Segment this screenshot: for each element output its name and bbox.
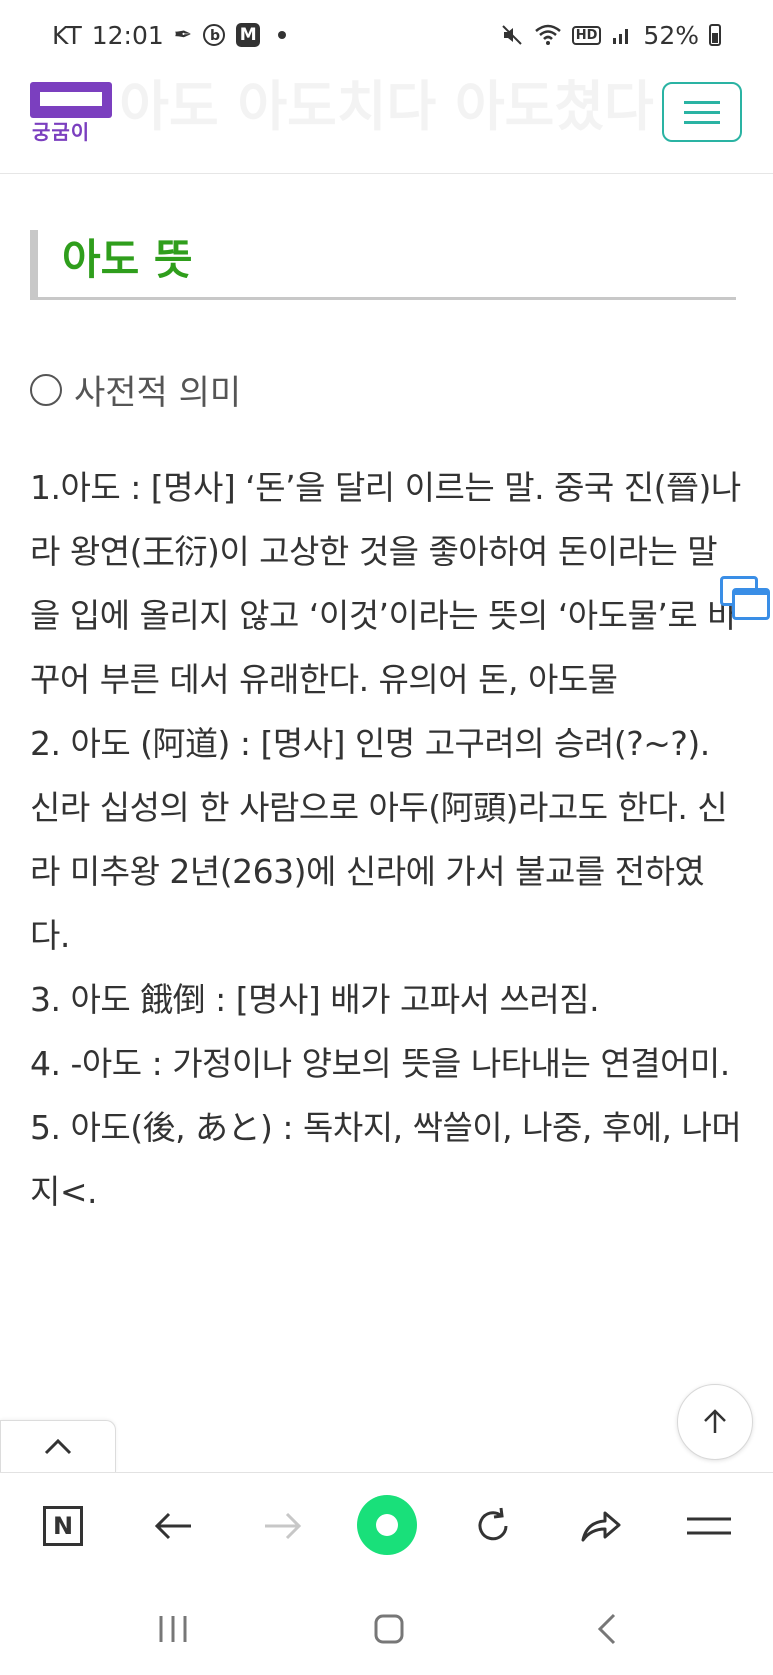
hamburger-icon-line <box>684 110 720 114</box>
carrier-label: KT <box>52 20 82 50</box>
menu-button[interactable] <box>662 82 742 142</box>
logo-text: 궁굼이 <box>32 120 91 144</box>
more-notifications-dot-icon <box>278 31 287 39</box>
scroll-to-top-button[interactable] <box>677 1384 753 1460</box>
recent-apps-icon <box>159 1616 187 1642</box>
clock: 12:01 <box>91 20 164 50</box>
share-arrow-icon <box>581 1511 621 1542</box>
battery-percent: 52% <box>643 20 699 50</box>
status-bar: KT 12:01 ✒ b M HD 52% <box>0 0 773 70</box>
refresh-icon <box>478 1507 508 1541</box>
section-heading: 아도 뜻 <box>30 230 736 300</box>
battery-icon <box>709 24 721 46</box>
share-button[interactable] <box>576 1501 626 1551</box>
definition-list: 1.아도 : [명사] ‘돈’을 달리 이르는 말. 중국 진(晉)나라 왕연(… <box>30 456 742 1224</box>
browser-menu-button[interactable] <box>684 1501 734 1551</box>
status-left: KT 12:01 ✒ b M <box>52 20 287 50</box>
wifi-icon <box>534 23 562 47</box>
definition-item: 3. 아도 餓倒 : [명사] 배가 고파서 쓰러짐. <box>30 980 600 1019</box>
arrow-left-icon <box>154 1512 191 1540</box>
arrow-right-icon <box>265 1512 302 1540</box>
menu-lines-icon <box>687 1517 731 1535</box>
naver-home-button[interactable]: N <box>38 1501 88 1551</box>
definition-item: 5. 아도(後, あと) : 독차지, 싹쓸이, 나중, 후에, 나머지<. <box>30 1108 742 1211</box>
logo-bar <box>30 82 112 118</box>
m-app-icon: M <box>236 23 261 47</box>
svg-text:b: b <box>210 28 220 44</box>
recent-apps-button[interactable] <box>148 1604 198 1654</box>
status-right: HD 52% <box>500 21 721 50</box>
hd-voice-icon: HD <box>571 25 602 45</box>
hamburger-icon-line <box>684 120 720 124</box>
system-back-button[interactable] <box>582 1604 632 1654</box>
mute-icon <box>500 23 524 47</box>
browser-toolbar: N <box>0 1472 773 1582</box>
chevron-up-icon <box>44 1438 72 1455</box>
signal-icon <box>611 24 633 46</box>
b-app-icon: b <box>202 23 226 47</box>
home-square-icon <box>374 1614 404 1644</box>
definition-item: 2. 아도 (阿道) : [명사] 인명 고구려의 승려(?~?). 신라 십성… <box>30 724 728 955</box>
refresh-button[interactable] <box>468 1501 518 1551</box>
sub-heading: 사전적 의미 <box>30 365 241 414</box>
popup-window-front <box>732 588 770 620</box>
n-icon: N <box>43 1506 83 1546</box>
definition-item: 1.아도 : [명사] ‘돈’을 달리 이르는 말. 중국 진(晉)나라 왕연(… <box>30 468 741 699</box>
chevron-left-icon <box>597 1613 616 1645</box>
pen-notification-icon: ✒ <box>173 22 193 48</box>
arrow-up-icon <box>704 1409 726 1433</box>
circle-icon <box>30 373 62 406</box>
sub-heading-text: 사전적 의미 <box>74 373 242 413</box>
forward-button[interactable] <box>258 1501 308 1551</box>
back-button[interactable] <box>148 1501 198 1551</box>
ghost-title: 아도 아도치다 아도쳤다 <box>119 75 654 138</box>
site-logo[interactable]: 궁굼이 <box>30 82 112 144</box>
site-header: 아도 아도치다 아도쳤다 궁굼이 <box>0 70 773 174</box>
hamburger-icon-line <box>684 100 720 104</box>
definition-item: 4. -아도 : 가정이나 양보의 뜻을 나타내는 연결어미. <box>30 1044 730 1083</box>
popup-window-icon[interactable] <box>720 576 770 622</box>
green-dot-button[interactable] <box>357 1495 417 1555</box>
collapse-toolbar-button[interactable] <box>0 1420 116 1473</box>
home-button[interactable] <box>364 1604 414 1654</box>
system-navigation <box>0 1582 773 1675</box>
